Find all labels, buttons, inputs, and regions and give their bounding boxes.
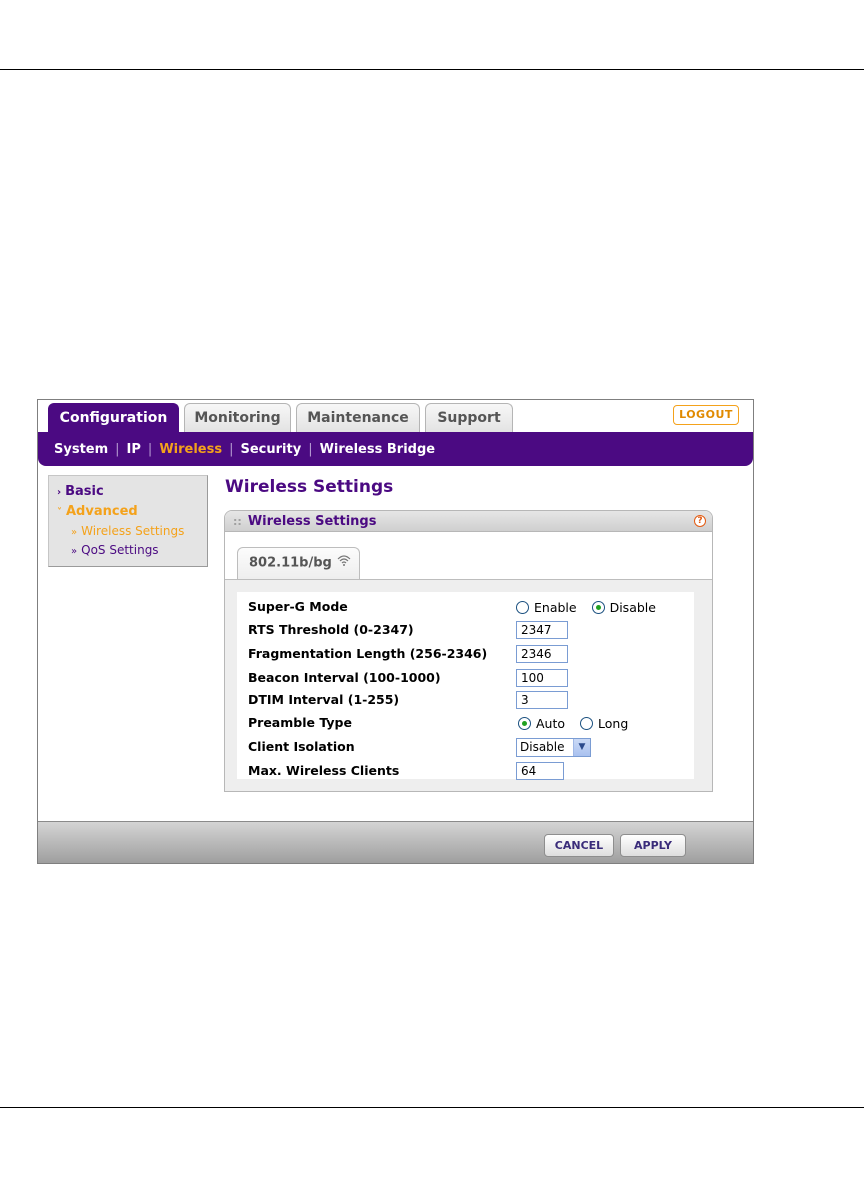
super-g-mode-label: Super-G Mode bbox=[248, 599, 348, 614]
tab-maintenance[interactable]: Maintenance bbox=[296, 403, 420, 433]
max-wireless-clients-input[interactable]: 64 bbox=[516, 762, 564, 780]
side-menu: › Basic ˅ Advanced » Wireless Settings » QoS… bbox=[48, 475, 208, 567]
dtim-interval-label: DTIM Interval (1-255) bbox=[248, 692, 400, 707]
tab-support[interactable]: Support bbox=[425, 403, 513, 433]
preamble-long-label: Long bbox=[598, 715, 629, 731]
client-isolation-select[interactable]: Disable ▼ bbox=[516, 737, 591, 757]
rts-threshold-input[interactable]: 2347 bbox=[516, 621, 568, 639]
header-rule bbox=[0, 69, 864, 70]
cancel-button[interactable]: CANCEL bbox=[544, 834, 614, 857]
tab-80211bg[interactable]: 802.11b/bg bbox=[237, 547, 360, 579]
row-super-g-mode: Super-G Mode Enable Disable bbox=[237, 597, 694, 617]
tab-80211bg-label: 802.11b/bg bbox=[249, 555, 332, 571]
settings-form: Super-G Mode Enable Disable RTS Threshol… bbox=[237, 592, 694, 781]
wireless-settings-panel: :: Wireless Settings ? 802.11b/bg Super-… bbox=[224, 510, 713, 792]
chevron-down-icon[interactable]: ▼ bbox=[573, 738, 590, 756]
subnav-separator: | bbox=[115, 441, 120, 457]
fragmentation-length-input[interactable]: 2346 bbox=[516, 645, 568, 663]
mode-tab-strip: 802.11b/bg bbox=[225, 533, 712, 579]
subnav-separator: | bbox=[229, 441, 234, 457]
wifi-icon bbox=[337, 548, 351, 578]
panel-title: Wireless Settings bbox=[247, 514, 377, 529]
super-g-enable-radio[interactable] bbox=[516, 600, 529, 614]
page-title: Wireless Settings bbox=[225, 477, 394, 497]
sidemenu-wireless-settings[interactable]: » Wireless Settings bbox=[57, 522, 207, 541]
subnav-system[interactable]: System bbox=[50, 442, 112, 457]
super-g-disable-label: Disable bbox=[609, 599, 656, 615]
subnav-separator: | bbox=[147, 441, 153, 457]
rts-threshold-label: RTS Threshold (0-2347) bbox=[248, 622, 414, 637]
preamble-auto-radio[interactable] bbox=[518, 716, 531, 730]
row-client-isolation: Client Isolation Disable ▼ bbox=[237, 737, 694, 757]
max-wireless-clients-label: Max. Wireless Clients bbox=[248, 763, 400, 778]
router-ui-screenshot: Configuration Monitoring Maintenance Sup… bbox=[37, 399, 754, 864]
preamble-type-label: Preamble Type bbox=[248, 715, 352, 730]
apply-button[interactable]: APPLY bbox=[620, 834, 686, 857]
beacon-interval-label: Beacon Interval (100-1000) bbox=[248, 670, 441, 685]
sidemenu-qos-settings[interactable]: » QoS Settings bbox=[57, 541, 207, 560]
sidemenu-basic-label: Basic bbox=[65, 484, 104, 499]
row-preamble-type: Preamble Type Auto Long bbox=[237, 713, 694, 733]
chevron-right-icon: › bbox=[57, 487, 62, 498]
super-g-disable-radio[interactable] bbox=[591, 600, 605, 614]
subnav-wireless-bridge[interactable]: Wireless Bridge bbox=[316, 442, 440, 457]
sub-navigation: System | IP | Wireless | Security | Wire… bbox=[38, 432, 753, 466]
preamble-long-radio[interactable] bbox=[580, 716, 594, 730]
subnav-ip[interactable]: IP bbox=[123, 442, 145, 457]
super-g-enable-label: Enable bbox=[534, 599, 577, 615]
panel-header: :: Wireless Settings ? bbox=[225, 511, 712, 532]
super-g-mode-control: Enable Disable bbox=[516, 597, 656, 617]
double-chevron-right-icon: » bbox=[71, 546, 78, 557]
footer-rule bbox=[0, 1107, 864, 1108]
row-max-wireless-clients: Max. Wireless Clients 64 bbox=[237, 761, 694, 781]
beacon-interval-input[interactable]: 100 bbox=[516, 669, 568, 687]
logout-button[interactable]: LOGOUT bbox=[673, 405, 739, 425]
panel-body: Super-G Mode Enable Disable RTS Threshol… bbox=[225, 579, 712, 791]
sidemenu-qos-settings-label: QoS Settings bbox=[81, 543, 159, 557]
dtim-interval-input[interactable]: 3 bbox=[516, 691, 568, 709]
grip-icon: :: bbox=[233, 515, 242, 528]
subnav-wireless[interactable]: Wireless bbox=[155, 442, 226, 457]
tab-monitoring[interactable]: Monitoring bbox=[184, 403, 291, 433]
client-isolation-value: Disable bbox=[520, 740, 565, 754]
action-footer: CANCEL APPLY bbox=[38, 821, 753, 863]
row-beacon-interval: Beacon Interval (100-1000) 100 bbox=[237, 668, 694, 688]
sidemenu-advanced[interactable]: ˅ Advanced bbox=[57, 502, 207, 522]
subnav-security[interactable]: Security bbox=[236, 442, 305, 457]
fragmentation-length-label: Fragmentation Length (256-2346) bbox=[248, 646, 488, 661]
client-isolation-label: Client Isolation bbox=[248, 739, 355, 754]
preamble-auto-label: Auto bbox=[536, 715, 566, 731]
row-fragmentation-length: Fragmentation Length (256-2346) 2346 bbox=[237, 644, 694, 664]
double-chevron-right-icon: » bbox=[71, 527, 78, 538]
row-dtim-interval: DTIM Interval (1-255) 3 bbox=[237, 690, 694, 710]
row-rts-threshold: RTS Threshold (0-2347) 2347 bbox=[237, 620, 694, 640]
sidemenu-wireless-settings-label: Wireless Settings bbox=[81, 524, 185, 538]
sidemenu-basic[interactable]: › Basic bbox=[57, 482, 207, 502]
main-tab-bar: Configuration Monitoring Maintenance Sup… bbox=[38, 400, 753, 434]
chevron-down-icon: ˅ bbox=[57, 507, 62, 518]
preamble-type-control: Auto Long bbox=[518, 713, 628, 733]
help-icon[interactable]: ? bbox=[694, 515, 706, 527]
tab-configuration[interactable]: Configuration bbox=[48, 403, 179, 434]
sidemenu-advanced-label: Advanced bbox=[66, 504, 138, 519]
subnav-separator: | bbox=[308, 441, 313, 457]
